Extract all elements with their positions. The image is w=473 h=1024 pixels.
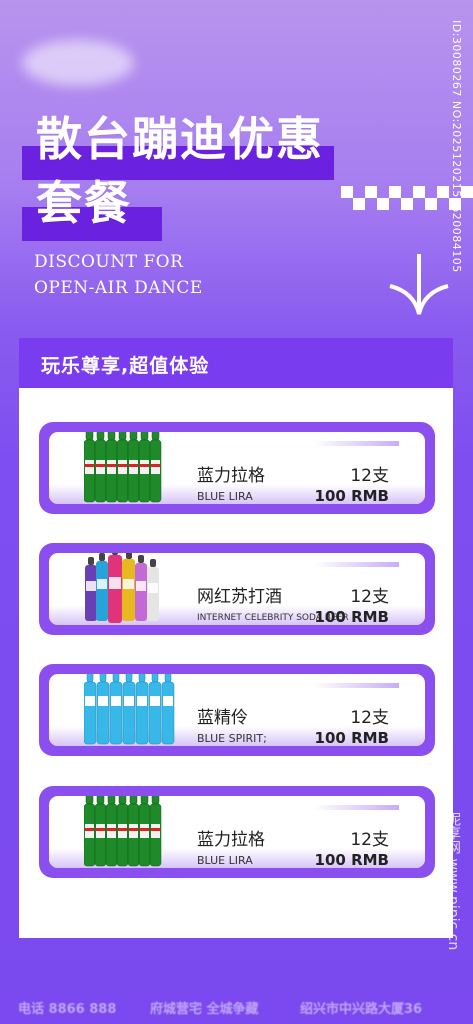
arrow-down-icon — [389, 254, 449, 315]
item-english-name: BLUE LIRA — [197, 490, 253, 503]
package-item-inner: 蓝精伶 BLUE SPIRIT; 12支 100 RMB — [49, 674, 425, 746]
green-beer-bottles-icon — [84, 432, 162, 503]
item-quantity: 12支 — [350, 466, 389, 486]
item-name: 蓝力拉格 — [197, 830, 265, 850]
item-name: 网红苏打酒 — [197, 587, 282, 607]
item-quantity: 12支 — [350, 830, 389, 850]
item-name: 蓝精伶 — [197, 708, 248, 728]
item-name: 蓝力拉格 — [197, 466, 265, 486]
item-accent-bar — [313, 683, 399, 688]
soda-bottles-icon — [85, 553, 159, 623]
item-price: 100 RMB — [314, 608, 389, 625]
package-item-inner: 网红苏打酒 INTERNET CELEBRITY SODA BEER 12支 1… — [49, 553, 425, 625]
subtitle-line-1: DISCOUNT FOR — [34, 252, 184, 272]
blue-rio-bottles-icon — [84, 674, 175, 745]
blurred-logo — [22, 40, 134, 86]
watermark-id: ID:30080267 NO:20251202154620084105 — [450, 20, 463, 273]
item-price: 100 RMB — [314, 729, 389, 746]
footer: 电话 8866 888 府城营宅 全城争藏 绍兴市中兴路大厦36 — [0, 990, 473, 1024]
package-item-inner: 蓝力拉格 BLUE LIRA 12支 100 RMB — [49, 796, 425, 868]
item-english-name: BLUE SPIRIT; — [197, 732, 267, 745]
item-quantity: 12支 — [350, 587, 389, 607]
package-item-4[interactable]: 蓝力拉格 BLUE LIRA 12支 100 RMB — [39, 786, 435, 878]
footer-address: 绍兴市中兴路大厦36 — [300, 1002, 423, 1017]
item-accent-bar — [313, 562, 399, 567]
subtitle-line-2: OPEN-AIR DANCE — [34, 278, 203, 298]
package-item-inner: 蓝力拉格 BLUE LIRA 12支 100 RMB — [49, 432, 425, 504]
footer-phone: 电话 8866 888 — [18, 1002, 117, 1017]
package-item-1[interactable]: 蓝力拉格 BLUE LIRA 12支 100 RMB — [39, 422, 435, 514]
item-price: 100 RMB — [314, 487, 389, 504]
package-item-3[interactable]: 蓝精伶 BLUE SPIRIT; 12支 100 RMB — [39, 664, 435, 756]
panel-title: 玩乐尊享,超值体验 — [41, 355, 210, 377]
page-title-line-1: 散台蹦迪优惠 — [36, 112, 324, 166]
footer-slogan: 府城营宅 全城争藏 — [150, 1002, 259, 1017]
page-title-line-2: 套餐 — [36, 176, 132, 230]
item-accent-bar — [313, 805, 399, 810]
item-price: 100 RMB — [314, 851, 389, 868]
green-beer-bottles-icon — [84, 796, 162, 867]
item-quantity: 12支 — [350, 708, 389, 728]
package-panel: 玩乐尊享,超值体验 蓝力拉格 BLUE LIRA 12支 100 RMB 网红苏… — [19, 338, 453, 938]
item-english-name: BLUE LIRA — [197, 854, 253, 867]
package-item-2[interactable]: 网红苏打酒 INTERNET CELEBRITY SODA BEER 12支 1… — [39, 543, 435, 635]
item-accent-bar — [313, 441, 399, 446]
